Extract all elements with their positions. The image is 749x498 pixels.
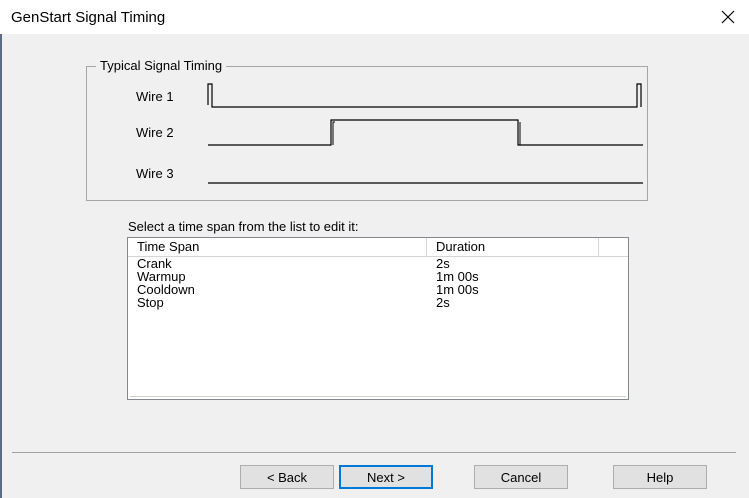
- column-header-duration[interactable]: Duration: [427, 238, 599, 256]
- cancel-button[interactable]: Cancel: [474, 465, 568, 489]
- button-separator: [12, 452, 736, 453]
- list-header: Time Span Duration: [128, 238, 628, 257]
- help-button[interactable]: Help: [613, 465, 707, 489]
- list-rows: Crank 2s Warmup 1m 00s Cooldown 1m 00s S…: [128, 257, 628, 309]
- next-button[interactable]: Next >: [339, 465, 433, 489]
- list-row-warmup[interactable]: Warmup 1m 00s: [128, 270, 628, 283]
- row-time-span: Stop: [137, 295, 164, 310]
- list-row-cooldown[interactable]: Cooldown 1m 00s: [128, 283, 628, 296]
- time-span-list[interactable]: Time Span Duration Crank 2s Warmup 1m 00…: [127, 237, 629, 400]
- wire-2-signal-shadow: [332, 121, 521, 145]
- back-button[interactable]: < Back: [240, 465, 334, 489]
- instruction-text: Select a time span from the list to edit…: [128, 219, 359, 234]
- row-duration: 2s: [436, 295, 450, 310]
- list-bottom-line: [130, 396, 626, 397]
- wire-1-signal: [207, 83, 642, 108]
- column-header-time-span[interactable]: Time Span: [128, 238, 427, 256]
- list-row-crank[interactable]: Crank 2s: [128, 257, 628, 270]
- wire-2-signal: [208, 119, 643, 146]
- list-row-stop[interactable]: Stop 2s: [128, 296, 628, 309]
